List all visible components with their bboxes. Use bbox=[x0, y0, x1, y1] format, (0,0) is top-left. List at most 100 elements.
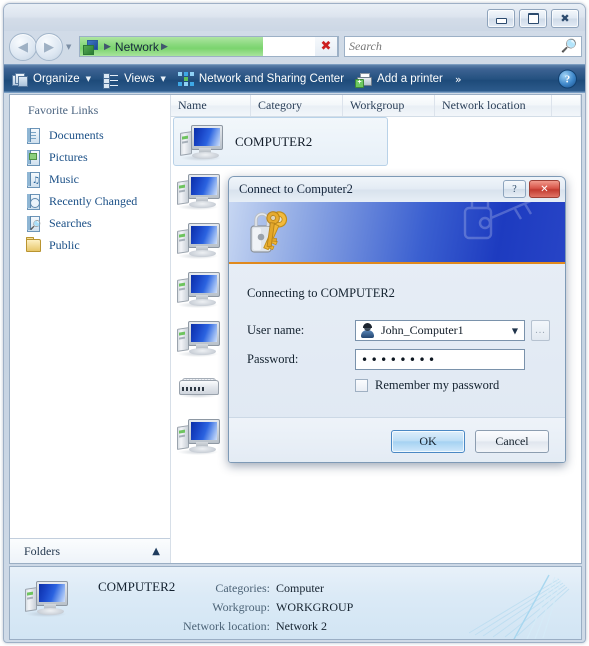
favorite-links-header: Favorite Links bbox=[28, 103, 99, 117]
column-header-network-location[interactable]: Network location bbox=[435, 95, 552, 116]
ok-button[interactable]: OK bbox=[391, 429, 465, 453]
cancel-button[interactable]: Cancel bbox=[475, 429, 549, 453]
dialog-window-controls: ? ✕ bbox=[503, 180, 560, 198]
toolbar-network-sharing-label: Network and Sharing Center bbox=[198, 73, 345, 85]
chevron-down-icon-2: ▼ bbox=[160, 75, 166, 83]
navigation-bar: ◀ ▶ ▼ ▶ Network ▶ ▼ ✖ 🔍 bbox=[4, 31, 585, 63]
toolbar-views-button[interactable]: Views ▼ bbox=[97, 65, 172, 93]
maximize-button[interactable] bbox=[519, 9, 547, 28]
dialog-banner bbox=[229, 202, 565, 264]
user-avatar-icon bbox=[360, 323, 375, 338]
documents-icon bbox=[25, 127, 41, 144]
column-header-name[interactable]: Name bbox=[171, 95, 251, 116]
connect-dialog: Connect to Computer2 ? ✕ Connecting to C… bbox=[228, 176, 566, 463]
sidebar-item-documents[interactable]: Documents bbox=[10, 124, 170, 146]
remember-password-row[interactable]: Remember my password bbox=[355, 378, 499, 393]
details-decoration bbox=[468, 574, 570, 639]
breadcrumb-separator-icon-2[interactable]: ▶ bbox=[161, 42, 168, 52]
column-header-category[interactable]: Category bbox=[251, 95, 343, 116]
dialog-help-button[interactable]: ? bbox=[503, 180, 526, 198]
window-titlebar: ✖ bbox=[4, 4, 585, 31]
recent-pages-chevron-down-icon[interactable]: ▼ bbox=[66, 43, 71, 51]
remember-password-checkbox[interactable] bbox=[355, 379, 368, 392]
computer-icon bbox=[176, 317, 222, 359]
browse-users-button[interactable]: ... bbox=[531, 320, 550, 341]
computer-icon bbox=[179, 121, 225, 163]
dialog-footer: OK Cancel bbox=[229, 417, 565, 462]
search-box[interactable]: 🔍 bbox=[344, 36, 582, 57]
sidebar-item-public[interactable]: Public bbox=[10, 234, 170, 256]
computer-icon bbox=[176, 219, 222, 261]
public-folder-icon bbox=[25, 237, 41, 253]
search-icon: 🔍 bbox=[560, 39, 577, 54]
sidebar-item-pictures[interactable]: Pictures bbox=[10, 146, 170, 168]
folders-label: Folders bbox=[24, 543, 60, 558]
stop-button[interactable]: ✖ bbox=[315, 36, 338, 57]
details-value-categories: Computer bbox=[276, 581, 324, 595]
help-button[interactable]: ? bbox=[558, 69, 577, 89]
chevron-down-icon: ▼ bbox=[85, 75, 92, 83]
network-sharing-icon bbox=[177, 71, 194, 87]
toolbar-views-label: Views bbox=[124, 73, 155, 85]
password-row: Password: •••••••• bbox=[247, 349, 525, 370]
breadcrumb-separator-icon: ▶ bbox=[104, 41, 111, 52]
chevron-down-icon[interactable]: ▼ bbox=[512, 326, 518, 335]
keys-watermark-icon bbox=[463, 202, 533, 240]
network-icon bbox=[83, 39, 99, 55]
sidebar-item-searches[interactable]: 🔍 Searches bbox=[10, 212, 170, 234]
column-header-spacer[interactable] bbox=[552, 95, 581, 116]
close-button[interactable]: ✖ bbox=[551, 9, 579, 28]
details-key-categories: Categories: bbox=[215, 581, 270, 595]
toolbar-organize-button[interactable]: Organize ▼ bbox=[4, 65, 97, 93]
close-icon: ✖ bbox=[560, 12, 570, 25]
music-icon: ♫ bbox=[25, 171, 41, 188]
minimize-button[interactable] bbox=[487, 9, 515, 28]
views-icon bbox=[103, 72, 119, 89]
connecting-message: Connecting to COMPUTER2 bbox=[247, 286, 395, 300]
recently-changed-icon bbox=[25, 193, 41, 210]
sidebar-label-documents: Documents bbox=[49, 127, 104, 142]
chevron-up-icon[interactable]: ▲ bbox=[152, 546, 160, 557]
details-key-network-location: Network location: bbox=[183, 619, 270, 633]
window-controls: ✖ bbox=[487, 9, 579, 28]
details-pane: COMPUTER2 Categories: Computer Workgroup… bbox=[9, 566, 582, 640]
folders-bar[interactable]: Folders ▲ bbox=[10, 538, 170, 563]
toolbar-add-printer-button[interactable]: + Add a printer bbox=[350, 65, 449, 93]
back-arrow-icon: ◀ bbox=[18, 39, 28, 55]
toolbar-add-printer-label: Add a printer bbox=[377, 73, 443, 85]
minimize-icon bbox=[495, 17, 507, 24]
stop-x-icon: ✖ bbox=[320, 39, 332, 54]
sidebar-label-pictures: Pictures bbox=[49, 149, 88, 164]
list-item[interactable]: COMPUTER2 bbox=[173, 117, 388, 166]
sidebar-item-recently-changed[interactable]: Recently Changed bbox=[10, 190, 170, 212]
details-key-workgroup: Workgroup: bbox=[212, 600, 270, 614]
password-input[interactable]: •••••••• bbox=[355, 349, 525, 370]
details-rows: Categories: Computer Workgroup: WORKGROU… bbox=[170, 579, 353, 636]
details-row-categories: Categories: Computer bbox=[170, 579, 353, 598]
column-header-workgroup[interactable]: Workgroup bbox=[343, 95, 435, 116]
dialog-titlebar: Connect to Computer2 ? ✕ bbox=[229, 177, 565, 202]
add-printer-icon: + bbox=[355, 72, 373, 88]
maximize-icon bbox=[527, 13, 539, 24]
forward-button[interactable]: ▶ bbox=[35, 33, 63, 61]
toolbar-overflow-button[interactable]: » bbox=[449, 73, 468, 86]
searches-icon: 🔍 bbox=[25, 215, 41, 232]
sidebar-item-music[interactable]: ♫ Music bbox=[10, 168, 170, 190]
username-combobox[interactable]: John_Computer1 ▼ bbox=[355, 320, 525, 341]
keys-icon bbox=[250, 211, 288, 253]
list-item-label: COMPUTER2 bbox=[235, 133, 313, 149]
username-row: User name: John_Computer1 ▼ ... bbox=[247, 320, 550, 341]
details-value-network-location: Network 2 bbox=[276, 619, 327, 633]
computer-icon bbox=[176, 415, 222, 457]
toolbar-network-sharing-button[interactable]: Network and Sharing Center bbox=[172, 65, 350, 93]
back-button[interactable]: ◀ bbox=[9, 33, 37, 61]
details-value-workgroup: WORKGROUP bbox=[276, 600, 354, 614]
address-bar[interactable]: ▶ Network ▶ ▼ bbox=[79, 36, 339, 57]
details-row-workgroup: Workgroup: WORKGROUP bbox=[170, 598, 353, 617]
command-toolbar: Organize ▼ Views ▼ Network and Sharing C… bbox=[4, 64, 585, 93]
dialog-body: Connecting to COMPUTER2 User name: John_… bbox=[229, 264, 565, 462]
details-row-network-location: Network location: Network 2 bbox=[170, 617, 353, 636]
search-input[interactable] bbox=[349, 37, 558, 56]
dialog-close-button[interactable]: ✕ bbox=[529, 180, 560, 198]
breadcrumb-network[interactable]: Network bbox=[115, 40, 159, 54]
